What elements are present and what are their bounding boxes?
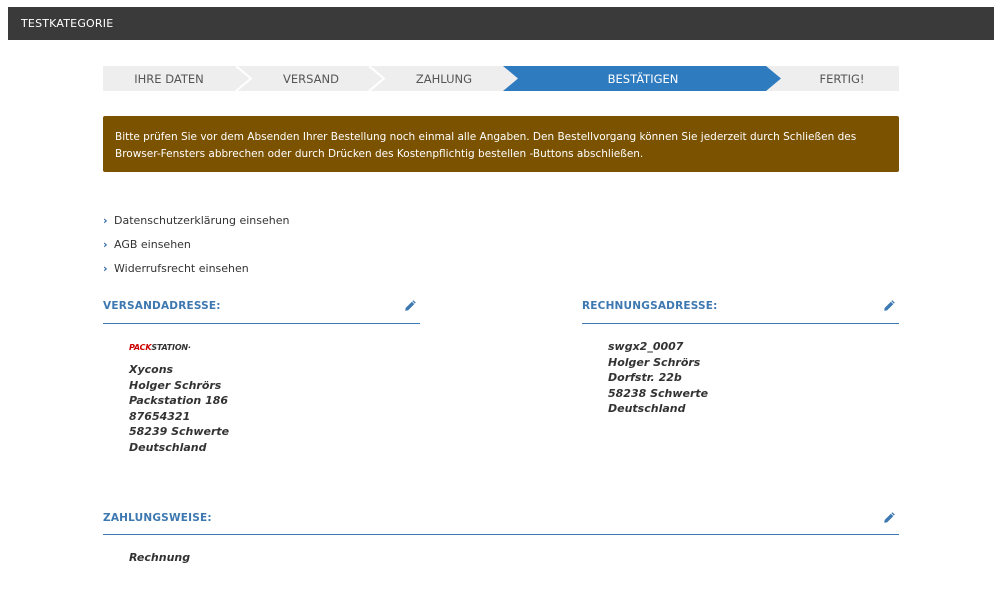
address-line: swgx2_0007	[608, 340, 684, 353]
shipping-divider	[103, 323, 420, 324]
pencil-icon[interactable]	[883, 511, 896, 524]
pencil-icon[interactable]	[404, 299, 417, 312]
address-line: Holger Schrörs	[129, 378, 222, 392]
billing-address-title: RECHNUNGSADRESSE:	[582, 300, 718, 312]
step-ihre-daten: IHRE DATEN	[134, 72, 204, 86]
link-label[interactable]: Widerrufsrecht einsehen	[114, 262, 249, 275]
chevron-right-icon: ›	[103, 213, 108, 227]
link-withdrawal[interactable]: › Widerrufsrecht einsehen	[103, 256, 289, 280]
address-line: Xycons	[129, 363, 174, 376]
address-line: Dorfstr. 22b	[608, 371, 682, 385]
address-line: Packstation 186	[129, 394, 229, 408]
pencil-icon[interactable]	[883, 299, 896, 312]
step-separator	[368, 66, 386, 91]
address-line: 58239 Schwerte	[129, 425, 230, 439]
address-line: Deutschland	[608, 402, 686, 416]
step-zahlung: ZAHLUNG	[415, 72, 473, 86]
packstation-logo: PACKSTATION·	[129, 343, 191, 352]
legal-links: › Datenschutzerklärung einsehen › AGB ei…	[103, 208, 289, 280]
shipping-address-title: VERSANDADRESSE:	[103, 300, 221, 312]
shipping-address: Xycons Holger Schrörs Packstation 186 87…	[129, 362, 229, 456]
link-terms[interactable]: › AGB einsehen	[103, 232, 289, 256]
payment-divider	[103, 534, 899, 535]
chevron-right-icon: ›	[103, 237, 108, 251]
top-bar: TESTKATEGORIE	[8, 7, 994, 40]
link-label[interactable]: AGB einsehen	[114, 238, 191, 251]
address-line: Holger Schrörs	[608, 355, 701, 369]
confirmation-notice: Bitte prüfen Sie vor dem Absenden Ihrer …	[103, 116, 899, 172]
checkout-steps: IHRE DATEN VERSAND ZAHLUNG BESTÄTIGEN FE…	[103, 66, 899, 91]
link-label[interactable]: Datenschutzerklärung einsehen	[114, 214, 289, 227]
billing-divider	[582, 323, 899, 324]
step-separator	[235, 66, 253, 91]
payment-method-title: ZAHLUNGSWEISE:	[103, 512, 212, 524]
category-title[interactable]: TESTKATEGORIE	[21, 17, 113, 30]
step-bestaetigen: BESTÄTIGEN	[607, 72, 679, 86]
notice-text: Bitte prüfen Sie vor dem Absenden Ihrer …	[115, 131, 857, 160]
address-line: 87654321	[129, 409, 191, 423]
step-versand: VERSAND	[283, 72, 339, 86]
chevron-right-icon: ›	[103, 261, 108, 275]
address-line: Deutschland	[129, 440, 207, 454]
link-privacy[interactable]: › Datenschutzerklärung einsehen	[103, 208, 289, 232]
step-fertig: FERTIG!	[819, 72, 865, 86]
billing-address: swgx2_0007 Holger Schrörs Dorfstr. 22b 5…	[608, 339, 708, 417]
address-line: 58238 Schwerte	[608, 386, 709, 400]
steps-graphic	[235, 66, 781, 91]
payment-method-value: Rechnung	[129, 551, 191, 564]
